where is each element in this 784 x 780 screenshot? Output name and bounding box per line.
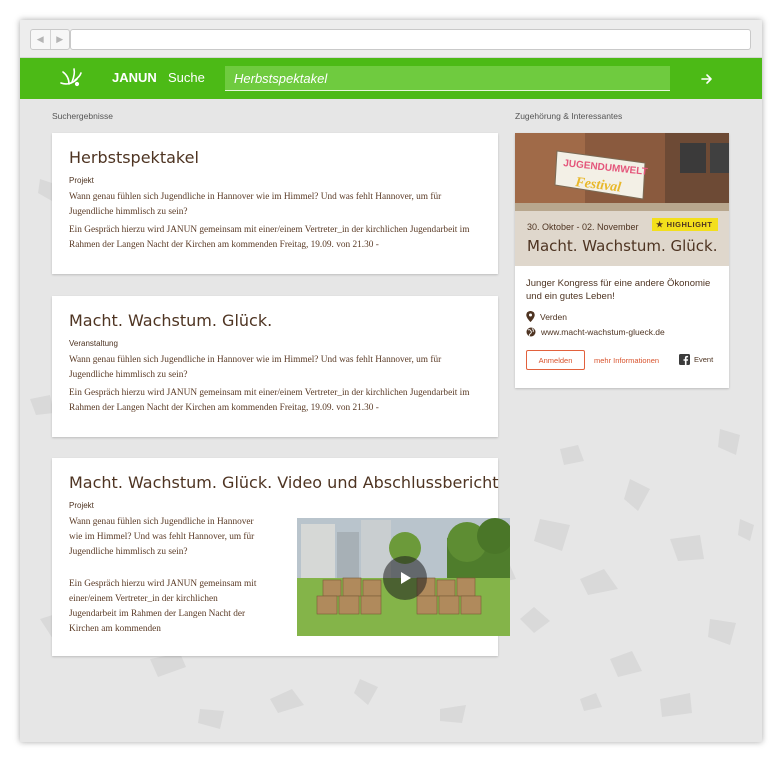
browser-nav-buttons: ◀ ▶ bbox=[30, 29, 70, 50]
highlight-badge: ★ HIGHLIGHT bbox=[652, 218, 719, 231]
register-button[interactable]: Anmelden bbox=[526, 350, 585, 370]
play-icon bbox=[401, 572, 411, 584]
play-button[interactable] bbox=[383, 556, 427, 600]
nav-search-link[interactable]: Suche bbox=[168, 70, 205, 85]
event-website[interactable]: www.macht-wachstum-glueck.de bbox=[526, 327, 665, 337]
event-location: Verden bbox=[526, 311, 567, 322]
related-heading: Zugehörung & Interessantes bbox=[515, 111, 623, 121]
event-title[interactable]: Macht. Wachstum. Glück. bbox=[527, 237, 717, 255]
event-label: Event bbox=[694, 355, 714, 364]
result-title[interactable]: Macht. Wachstum. Glück. bbox=[69, 311, 272, 330]
result-title[interactable]: Herbstspektakel bbox=[69, 148, 199, 167]
result-card[interactable]: Macht. Wachstum. Glück. Veranstaltung Wa… bbox=[52, 296, 498, 437]
back-icon[interactable]: ◀ bbox=[31, 30, 51, 49]
result-paragraph: Wann genau fühlen sich Jugendliche in Ha… bbox=[69, 517, 255, 557]
forward-icon[interactable]: ▶ bbox=[51, 30, 70, 49]
result-type: Projekt bbox=[69, 501, 94, 510]
video-thumbnail[interactable] bbox=[297, 518, 510, 636]
site-header: JANUN Suche bbox=[20, 58, 762, 99]
brand-link[interactable]: JANUN bbox=[112, 70, 157, 85]
result-paragraph: Ein Gespräch hierzu wird JANUN gemeinsam… bbox=[69, 388, 470, 413]
browser-window: ◀ ▶ JANUN Suche Suchergebnisse Zugehörun… bbox=[20, 20, 762, 742]
arrow-right-icon bbox=[701, 74, 712, 84]
result-type: Projekt bbox=[69, 176, 94, 185]
result-card[interactable]: Macht. Wachstum. Glück. Video und Abschl… bbox=[52, 458, 510, 656]
badge-label: HIGHLIGHT bbox=[666, 220, 713, 229]
result-paragraph: Wann genau fühlen sich Jugendliche in Ha… bbox=[69, 355, 442, 380]
highlight-card[interactable]: JUGENDUMWELT Festival ★ HIGHLIGHT 30. Ok… bbox=[515, 133, 729, 388]
event-description: Junger Kongress für eine andere Ökonomie… bbox=[526, 278, 711, 302]
janun-logo-icon[interactable] bbox=[57, 65, 83, 91]
globe-icon bbox=[526, 327, 536, 337]
star-icon: ★ bbox=[656, 220, 664, 229]
website-link[interactable]: www.macht-wachstum-glueck.de bbox=[541, 327, 665, 337]
results-heading: Suchergebnisse bbox=[52, 111, 113, 121]
facebook-event-link[interactable]: Event bbox=[679, 354, 713, 365]
location-text: Verden bbox=[540, 311, 567, 322]
search-input[interactable] bbox=[225, 66, 670, 90]
more-info-link[interactable]: mehr Informationen bbox=[594, 356, 659, 365]
search-submit-button[interactable] bbox=[696, 68, 718, 90]
location-pin-icon bbox=[526, 311, 535, 322]
result-paragraph: Ein Gespräch hierzu wird JANUN gemeinsam… bbox=[69, 579, 257, 634]
result-card[interactable]: Herbstspektakel Projekt Wann genau fühle… bbox=[52, 133, 498, 274]
result-paragraph: Wann genau fühlen sich Jugendliche in Ha… bbox=[69, 192, 442, 217]
result-title[interactable]: Macht. Wachstum. Glück. Video und Abschl… bbox=[69, 473, 499, 492]
event-date: 30. Oktober - 02. November bbox=[527, 222, 639, 232]
browser-toolbar: ◀ ▶ bbox=[20, 20, 762, 58]
result-paragraph: Ein Gespräch hierzu wird JANUN gemeinsam… bbox=[69, 225, 470, 250]
result-type: Veranstaltung bbox=[69, 339, 118, 348]
search-box bbox=[225, 66, 670, 91]
facebook-icon bbox=[679, 354, 690, 365]
address-bar[interactable] bbox=[70, 29, 751, 50]
